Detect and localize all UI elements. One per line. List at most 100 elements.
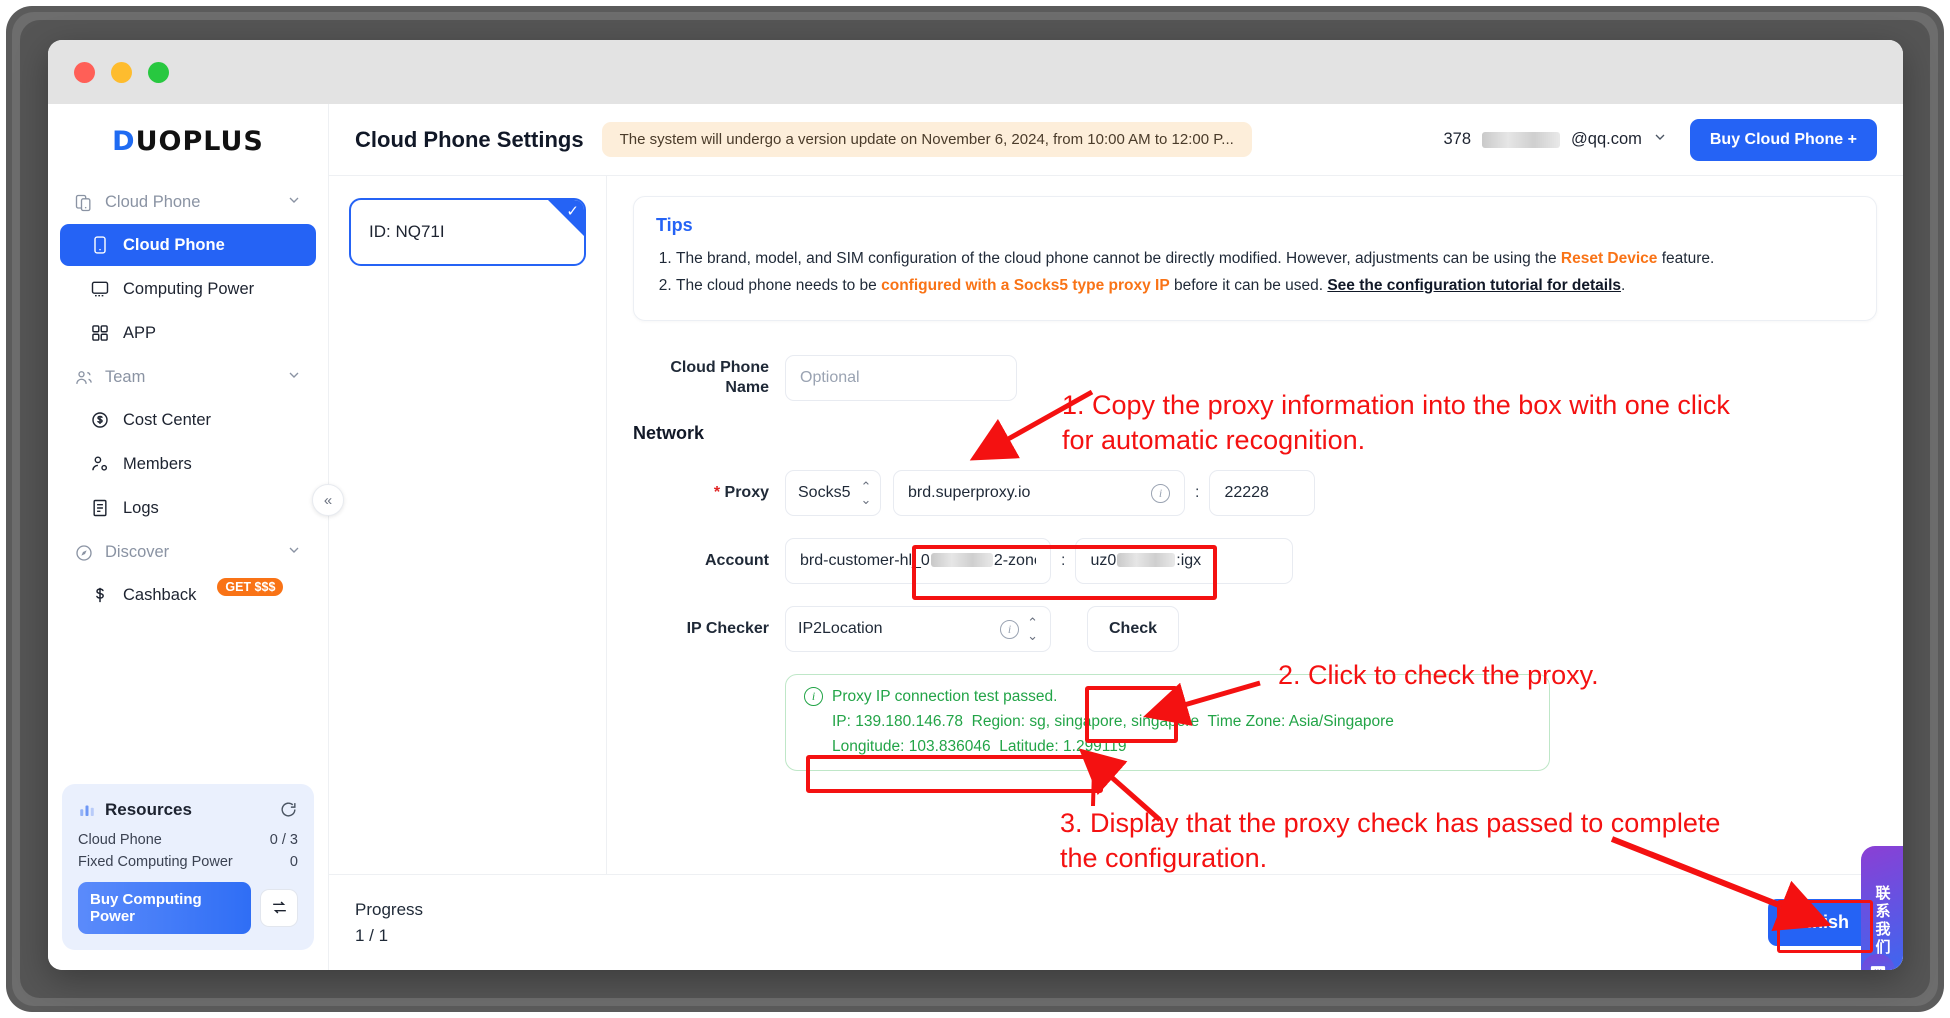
progress-label: Progress (355, 897, 423, 923)
sidebar-item-label: Cost Center (123, 411, 211, 430)
sidebar-item-label: Cashback (123, 586, 196, 605)
settings-form-column: Tips The brand, model, and SIM configura… (607, 176, 1903, 874)
sidebar-group-cloud-phone[interactable]: Cloud Phone (60, 181, 316, 224)
system-notice-banner[interactable]: The system will undergo a version update… (602, 122, 1252, 157)
sidebar-item-app[interactable]: APP (60, 312, 316, 354)
resources-title: Resources (105, 800, 192, 820)
grid-icon (90, 323, 110, 343)
tips-title: Tips (656, 215, 1854, 236)
sidebar: DUOPLUS Cloud Phone (48, 104, 329, 970)
buy-computing-power-button[interactable]: Buy Computing Power (78, 882, 251, 935)
device-card[interactable]: ID: NQ71I ✓ (349, 198, 586, 266)
page-title: Cloud Phone Settings (355, 127, 584, 153)
chevron-updown-icon: ⌃⌄ (860, 480, 871, 506)
ip-checker-select[interactable]: IP2Location i ⌃⌄ (785, 606, 1051, 652)
swap-icon[interactable] (260, 889, 298, 927)
window-titlebar (48, 40, 1903, 104)
refresh-icon[interactable] (279, 800, 298, 819)
proxy-check-status: i Proxy IP connection test passed. (804, 687, 1531, 706)
tips-item-2-text-a: The cloud phone needs to be (676, 277, 881, 294)
sidebar-item-logs[interactable]: Logs (60, 487, 316, 529)
zoom-window-button[interactable] (148, 62, 169, 83)
buy-cloud-phone-button[interactable]: Buy Cloud Phone + (1690, 119, 1877, 161)
resources-header: Resources (78, 800, 298, 820)
sidebar-item-label: Cloud Phone (123, 236, 225, 255)
proxy-host-value: brd.superproxy.io (908, 484, 1030, 502)
sidebar-item-label: APP (123, 324, 156, 343)
brand-logo[interactable]: DUOPLUS (48, 104, 328, 171)
longitude-label: Longitude: (832, 738, 904, 755)
account-label: Account (633, 551, 785, 571)
account-email-redacted (1482, 132, 1560, 148)
minimize-window-button[interactable] (111, 62, 132, 83)
timezone-label: Time Zone: (1208, 713, 1286, 730)
account-separator: : (1061, 552, 1065, 570)
close-window-button[interactable] (74, 62, 95, 83)
topbar: Cloud Phone Settings The system will und… (329, 104, 1903, 176)
sidebar-item-members[interactable]: Members (60, 443, 316, 485)
sidebar-group-discover[interactable]: Discover (60, 531, 316, 574)
chevron-down-icon (286, 192, 302, 213)
sidebar-item-label: Members (123, 455, 192, 474)
tips-panel: Tips The brand, model, and SIM configura… (633, 196, 1877, 321)
account-password-input[interactable]: uz0:igx (1075, 538, 1293, 584)
phone-icon (90, 235, 110, 255)
tips-item-1: The brand, model, and SIM configuration … (676, 246, 1854, 271)
sidebar-item-computing-power[interactable]: Computing Power (60, 268, 316, 310)
devices-icon (74, 193, 94, 213)
tips-item-1-text-a: The brand, model, and SIM configuration … (676, 250, 1561, 267)
proxy-type-value: Socks5 (798, 484, 850, 502)
dollar-badge-icon (90, 410, 110, 430)
account-menu[interactable]: 378@qq.com (1443, 129, 1667, 150)
account-username-input[interactable]: brd-customer-hl_02-zone (785, 538, 1051, 584)
sidebar-item-cashback[interactable]: Cashback GET $$$ (60, 574, 316, 616)
region-value: sg, singapore, singapore (1029, 713, 1199, 730)
resource-value: 0 (290, 854, 298, 870)
proxy-port-input[interactable]: 22228 (1209, 470, 1315, 516)
app-body: DUOPLUS Cloud Phone (48, 104, 1903, 970)
chevron-down-icon (1652, 129, 1668, 150)
contact-us-tab[interactable]: 联系我们 (1861, 846, 1903, 970)
configuration-tutorial-link[interactable]: See the configuration tutorial for detai… (1327, 277, 1621, 294)
sidebar-item-cloud-phone[interactable]: Cloud Phone (60, 224, 316, 266)
required-asterisk: * (714, 484, 720, 501)
account-email-suffix: @qq.com (1571, 130, 1642, 149)
resource-value: 0 / 3 (270, 832, 298, 848)
sidebar-nav: Cloud Phone Cloud Phone (48, 171, 328, 618)
proxy-label: * Proxy (633, 483, 785, 503)
compass-icon (74, 543, 94, 563)
progress-indicator: Progress 1 / 1 (355, 897, 423, 948)
tips-item-2-text-c: . (1621, 277, 1625, 294)
field-row-proxy: * Proxy Socks5 ⌃⌄ brd.superproxy.io i : (633, 470, 1877, 516)
info-icon[interactable]: i (1151, 484, 1170, 503)
proxy-type-select[interactable]: Socks5 ⌃⌄ (785, 470, 881, 516)
proxy-check-status-text: Proxy IP connection test passed. (832, 688, 1057, 706)
content-area: ID: NQ71I ✓ Tips The brand, model, and S… (329, 176, 1903, 874)
settings-form: Cloud Phone Name Optional Network * Prox… (633, 355, 1877, 771)
region-label: Region: (972, 713, 1025, 730)
info-icon: i (804, 687, 823, 706)
topbar-right: 378@qq.com Buy Cloud Phone + (1443, 119, 1877, 161)
resources-card: Resources Cloud Phone 0 / 3 Fixed Comput… (62, 784, 314, 951)
proxy-host-input[interactable]: brd.superproxy.io i (893, 470, 1185, 516)
longitude-value: 103.836046 (909, 738, 991, 755)
check-proxy-button[interactable]: Check (1087, 606, 1179, 652)
device-list-column: ID: NQ71I ✓ (329, 176, 607, 874)
latitude-label: Latitude: (999, 738, 1058, 755)
ip-checker-label: IP Checker (633, 619, 785, 639)
sidebar-collapse-button[interactable]: « (312, 484, 344, 516)
cloud-phone-name-input[interactable]: Optional (785, 355, 1017, 401)
resource-label: Fixed Computing Power (78, 854, 233, 870)
field-row-ip-checker: IP Checker IP2Location i ⌃⌄ Check (633, 606, 1877, 652)
chevron-down-icon (286, 542, 302, 563)
sidebar-item-cost-center[interactable]: Cost Center (60, 399, 316, 441)
reset-device-link[interactable]: Reset Device (1561, 250, 1658, 267)
info-icon[interactable]: i (1000, 620, 1019, 639)
socks5-highlight: configured with a Socks5 type proxy IP (881, 277, 1170, 294)
browser-window: DUOPLUS Cloud Phone (48, 40, 1903, 970)
ip-value: 139.180.146.78 (855, 713, 963, 730)
proxy-label-text: Proxy (725, 484, 769, 501)
proxy-check-result: i Proxy IP connection test passed. IP: 1… (785, 674, 1550, 771)
sidebar-group-team[interactable]: Team (60, 356, 316, 399)
bar-chart-icon (78, 801, 96, 819)
